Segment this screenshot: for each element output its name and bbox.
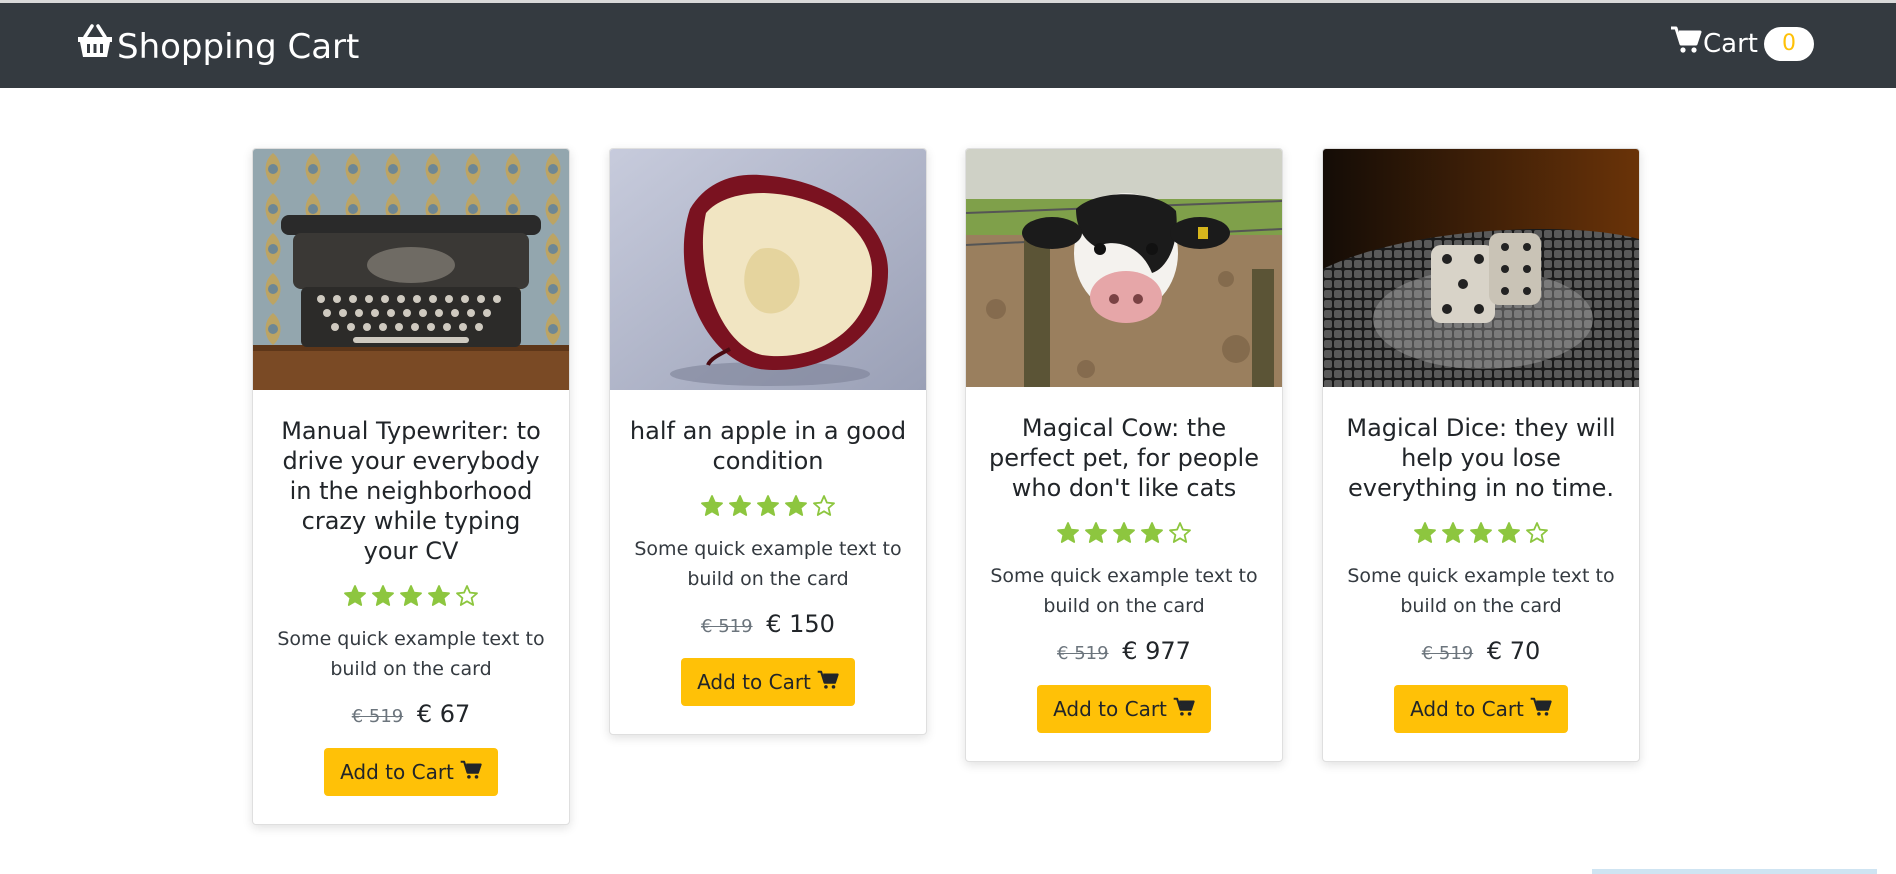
- star-filled-icon: [757, 495, 779, 516]
- button-label: Add to Cart: [340, 760, 454, 784]
- current-price: € 67: [416, 700, 471, 728]
- brand-link[interactable]: Shopping Cart: [75, 23, 359, 70]
- old-price: € 519: [701, 616, 753, 637]
- add-to-cart-button[interactable]: Add to Cart: [1394, 685, 1568, 733]
- star-filled-icon: [1414, 522, 1436, 543]
- typewriter-image: [253, 149, 569, 390]
- product-description: Some quick example text to build on the …: [1347, 565, 1615, 617]
- button-label: Add to Cart: [697, 670, 811, 694]
- product-title: half an apple in a good condition: [629, 417, 907, 475]
- card-body: Manual Typewriter: to drive your everybo…: [253, 390, 569, 824]
- star-filled-icon: [1085, 522, 1107, 543]
- product-card: Magical Dice: they will help you lose ev…: [1322, 148, 1640, 762]
- current-price: € 70: [1486, 637, 1541, 665]
- rating-stars: [628, 494, 908, 518]
- star-filled-icon: [729, 495, 751, 516]
- product-description: Some quick example text to build on the …: [634, 538, 902, 590]
- star-filled-icon: [1113, 522, 1135, 543]
- star-filled-icon: [372, 585, 394, 606]
- star-empty-icon: [1169, 522, 1191, 543]
- cart-icon: [817, 669, 839, 696]
- add-to-cart-button[interactable]: Add to Cart: [1037, 685, 1211, 733]
- product-title: Manual Typewriter: to drive your everybo…: [281, 417, 541, 565]
- navbar: Shopping Cart Cart 0: [0, 3, 1896, 88]
- product-card: half an apple in a good condition Some q…: [609, 148, 927, 735]
- star-filled-icon: [1498, 522, 1520, 543]
- price-row: € 519 € 67: [271, 700, 551, 728]
- price-row: € 519 € 70: [1341, 637, 1621, 665]
- product-card: Manual Typewriter: to drive your everybo…: [252, 148, 570, 825]
- rating-stars: [984, 521, 1264, 545]
- button-label: Add to Cart: [1410, 697, 1524, 721]
- star-filled-icon: [1141, 522, 1163, 543]
- price-row: € 519 € 977: [984, 637, 1264, 665]
- cart-icon: [460, 759, 482, 786]
- star-filled-icon: [1470, 522, 1492, 543]
- product-title: Magical Dice: they will help you lose ev…: [1346, 414, 1616, 502]
- cart-icon: [1173, 696, 1195, 723]
- star-filled-icon: [400, 585, 422, 606]
- price-row: € 519 € 150: [628, 610, 908, 638]
- dice-image: [1323, 149, 1639, 387]
- old-price: € 519: [1421, 643, 1474, 664]
- star-filled-icon: [785, 495, 807, 516]
- star-empty-icon: [813, 495, 835, 516]
- star-empty-icon: [456, 585, 478, 606]
- product-description: Some quick example text to build on the …: [277, 628, 545, 680]
- basket-icon: [75, 23, 117, 70]
- cart-link[interactable]: Cart 0: [1670, 24, 1814, 63]
- cart-label: Cart: [1703, 28, 1758, 59]
- cow-image: [966, 149, 1282, 387]
- rating-stars: [271, 584, 551, 608]
- current-price: € 977: [1122, 637, 1191, 665]
- star-filled-icon: [428, 585, 450, 606]
- product-title: Magical Cow: the perfect pet, for people…: [989, 414, 1259, 502]
- cart-icon: [1670, 24, 1703, 63]
- apple-image: [610, 149, 926, 390]
- cart-icon: [1530, 696, 1552, 723]
- star-filled-icon: [344, 585, 366, 606]
- window-corner-decoration: [1592, 869, 1877, 874]
- star-filled-icon: [701, 495, 723, 516]
- old-price: € 519: [351, 706, 404, 727]
- star-filled-icon: [1057, 522, 1079, 543]
- rating-stars: [1341, 521, 1621, 545]
- card-body: Magical Cow: the perfect pet, for people…: [966, 387, 1282, 761]
- star-filled-icon: [1442, 522, 1464, 543]
- product-card: Magical Cow: the perfect pet, for people…: [965, 148, 1283, 762]
- card-body: Magical Dice: they will help you lose ev…: [1323, 387, 1639, 761]
- add-to-cart-button[interactable]: Add to Cart: [324, 748, 498, 796]
- add-to-cart-button[interactable]: Add to Cart: [681, 658, 855, 706]
- old-price: € 519: [1057, 643, 1109, 664]
- product-description: Some quick example text to build on the …: [990, 565, 1258, 617]
- cart-count-badge: 0: [1763, 26, 1814, 61]
- card-body: half an apple in a good condition Some q…: [610, 390, 926, 734]
- brand-title: Shopping Cart: [117, 26, 360, 67]
- current-price: € 150: [766, 610, 835, 638]
- star-empty-icon: [1526, 522, 1548, 543]
- button-label: Add to Cart: [1053, 697, 1167, 721]
